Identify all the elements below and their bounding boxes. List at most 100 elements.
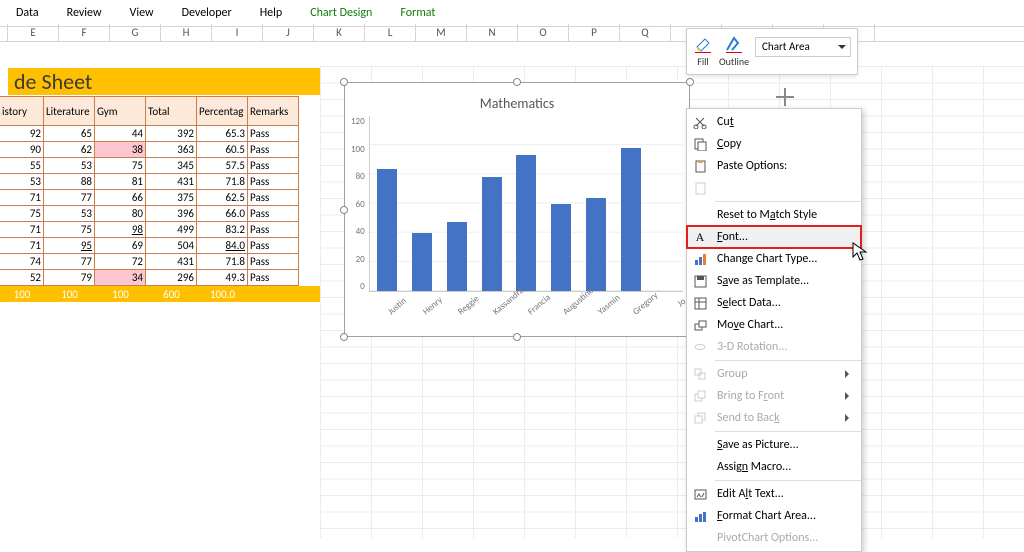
ctx-save-picture[interactable]: Save as Picture...	[687, 434, 861, 456]
column-header[interactable]: Q	[620, 24, 671, 41]
ctx-chart-type[interactable]: Change Chart Type...	[687, 248, 861, 270]
resize-handle[interactable]	[513, 333, 521, 341]
cell[interactable]: 75	[0, 206, 44, 222]
cell[interactable]: 49.3	[197, 270, 248, 286]
table-row[interactable]: 74777243171.8Pass	[0, 254, 320, 270]
cell[interactable]: 83.2	[197, 222, 248, 238]
table-row[interactable]: 53888143171.8Pass	[0, 174, 320, 190]
ribbon-tab-format[interactable]: Format	[396, 4, 439, 22]
cell[interactable]: Pass	[248, 222, 299, 238]
table-header[interactable]: istory	[0, 96, 44, 126]
cell[interactable]: 62	[44, 142, 95, 158]
cell[interactable]: 34	[95, 270, 146, 286]
cell[interactable]: 81	[95, 174, 146, 190]
cell[interactable]: Pass	[248, 190, 299, 206]
bar[interactable]	[516, 155, 536, 291]
cell[interactable]: 79	[44, 270, 95, 286]
ribbon-tab-review[interactable]: Review	[63, 4, 106, 22]
cell[interactable]: 60.5	[197, 142, 248, 158]
table-row[interactable]: 92654439265.3Pass	[0, 126, 320, 142]
cell[interactable]: 75	[44, 222, 95, 238]
cell[interactable]: 53	[0, 174, 44, 190]
cell[interactable]: 396	[146, 206, 197, 222]
summary-cell[interactable]: 600	[146, 286, 197, 302]
cell[interactable]: 95	[44, 238, 95, 254]
cell[interactable]: 62.5	[197, 190, 248, 206]
cell[interactable]: 84.0	[197, 238, 248, 254]
bar[interactable]	[586, 198, 606, 291]
cell[interactable]: 77	[44, 190, 95, 206]
ribbon-tab-developer[interactable]: Developer	[178, 4, 236, 22]
cell[interactable]: 71.8	[197, 254, 248, 270]
table-row[interactable]: 55537534557.5Pass	[0, 158, 320, 174]
cell[interactable]: 55	[0, 158, 44, 174]
ctx-select-data[interactable]: Select Data...	[687, 292, 861, 314]
cell[interactable]: 52	[0, 270, 44, 286]
column-header[interactable]	[0, 24, 8, 41]
summary-cell[interactable]: 100	[95, 286, 146, 302]
cell[interactable]: 44	[95, 126, 146, 142]
chart-title[interactable]: Mathematics	[345, 83, 689, 116]
cell[interactable]: 92	[0, 126, 44, 142]
cell[interactable]: 375	[146, 190, 197, 206]
column-header[interactable]: L	[365, 24, 416, 41]
table-row[interactable]: 71776637562.5Pass	[0, 190, 320, 206]
cell[interactable]: 65	[44, 126, 95, 142]
cell[interactable]: 431	[146, 174, 197, 190]
column-header[interactable]: K	[314, 24, 365, 41]
cell[interactable]: 71.8	[197, 174, 248, 190]
ctx-move-chart[interactable]: Move Chart...	[687, 314, 861, 336]
resize-handle[interactable]	[686, 78, 694, 86]
cell[interactable]: 71	[0, 222, 44, 238]
column-header[interactable]: P	[569, 24, 620, 41]
ctx-assign-macro[interactable]: Assign Macro...	[687, 456, 861, 478]
bar[interactable]	[412, 233, 432, 291]
ctx-reset-style[interactable]: Reset to Match Style	[687, 204, 861, 226]
ctx-paste-options[interactable]: Paste Options:	[687, 155, 861, 177]
resize-handle[interactable]	[340, 333, 348, 341]
ctx-copy[interactable]: Copy	[687, 133, 861, 155]
cell[interactable]: Pass	[248, 206, 299, 222]
table-header[interactable]: Remarks	[248, 96, 299, 126]
ctx-save-template[interactable]: Save as Template...	[687, 270, 861, 292]
cell[interactable]: Pass	[248, 126, 299, 142]
cell[interactable]: 71	[0, 190, 44, 206]
cell[interactable]: 72	[95, 254, 146, 270]
column-header[interactable]: G	[110, 24, 161, 41]
table-row[interactable]: 75538039666.0Pass	[0, 206, 320, 222]
table-header[interactable]: Percentag	[197, 96, 248, 126]
chart-element-combo[interactable]: Chart Area	[755, 37, 851, 57]
cell[interactable]: 90	[0, 142, 44, 158]
chart-object[interactable]: Mathematics 120100806040200 JustinHenryR…	[344, 82, 690, 337]
cell[interactable]: 77	[44, 254, 95, 270]
cell[interactable]: 392	[146, 126, 197, 142]
cell[interactable]: 75	[95, 158, 146, 174]
summary-cell[interactable]: 100	[0, 286, 44, 302]
cell[interactable]: 66	[95, 190, 146, 206]
column-header[interactable]: J	[263, 24, 314, 41]
outline-button[interactable]: Outline	[719, 33, 749, 68]
column-header[interactable]: O	[518, 24, 569, 41]
resize-handle[interactable]	[340, 78, 348, 86]
cell[interactable]: 296	[146, 270, 197, 286]
summary-cell[interactable]: 100	[44, 286, 95, 302]
resize-handle[interactable]	[513, 78, 521, 86]
cell[interactable]: Pass	[248, 270, 299, 286]
column-header[interactable]: H	[161, 24, 212, 41]
cell[interactable]: Pass	[248, 158, 299, 174]
cell[interactable]: 98	[95, 222, 146, 238]
fill-button[interactable]: Fill	[693, 33, 713, 68]
cell[interactable]: 69	[95, 238, 146, 254]
bar[interactable]	[482, 177, 502, 291]
table-row[interactable]: 71759849983.2Pass	[0, 222, 320, 238]
cell[interactable]: 345	[146, 158, 197, 174]
table-row[interactable]: 90623836360.5Pass	[0, 142, 320, 158]
ctx-font[interactable]: AFont...	[687, 226, 861, 248]
bar[interactable]	[377, 169, 397, 292]
table-header[interactable]: Literature	[44, 96, 95, 126]
column-header[interactable]: F	[59, 24, 110, 41]
cell[interactable]: 53	[44, 158, 95, 174]
cell[interactable]: 499	[146, 222, 197, 238]
ribbon-tab-data[interactable]: Data	[12, 4, 43, 22]
cell[interactable]: 363	[146, 142, 197, 158]
